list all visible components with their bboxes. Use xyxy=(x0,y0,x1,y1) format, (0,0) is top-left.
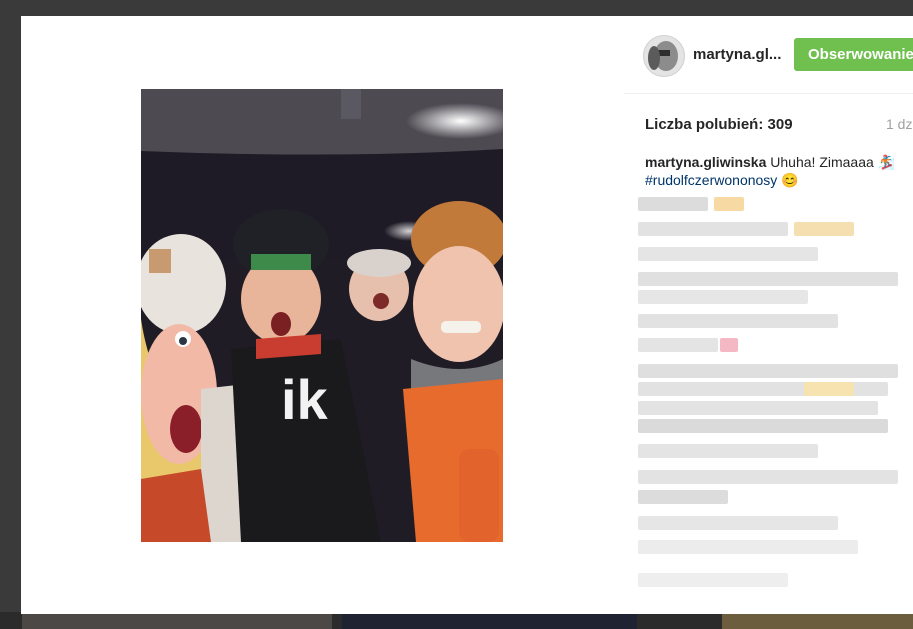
avatar[interactable] xyxy=(643,35,685,77)
post-header: martyna.gl... Obserwowanie xyxy=(624,16,913,94)
post-sidebar: martyna.gl... Obserwowanie Liczba polubi… xyxy=(624,16,913,614)
blurred-comment xyxy=(794,222,854,236)
blurred-comment xyxy=(638,470,898,484)
blurred-comment xyxy=(638,516,838,530)
feed-thumbnail[interactable] xyxy=(722,612,913,629)
caption-hashtag[interactable]: #rudolfczerwononosy xyxy=(645,172,777,188)
avatar-image xyxy=(644,36,684,76)
blurred-comment xyxy=(638,419,888,433)
post-photo-image: ik xyxy=(141,89,503,542)
smile-emoji-icon: 😊 xyxy=(781,172,799,188)
snowboard-emoji-icon: 🏂 xyxy=(877,154,896,170)
background-feed-strip xyxy=(0,612,913,629)
blurred-comment xyxy=(714,197,744,211)
caption-text: Uhuha! Zimaaaa xyxy=(770,154,874,170)
post-time[interactable]: 1 dzi xyxy=(886,116,913,132)
post-modal: ik martyna.gl... Obserwowanie Liczba pol… xyxy=(21,16,913,614)
blurred-comment xyxy=(638,222,788,236)
blurred-comment xyxy=(638,540,858,554)
blurred-comment xyxy=(638,197,708,211)
post-author-username[interactable]: martyna.gl... xyxy=(693,46,781,63)
follow-button[interactable]: Obserwowanie xyxy=(794,38,913,71)
blurred-comment xyxy=(638,272,898,286)
blurred-comment xyxy=(638,490,728,504)
blurred-comment xyxy=(638,401,878,415)
feed-thumbnail[interactable] xyxy=(22,612,332,629)
blurred-comment xyxy=(638,314,838,328)
caption-username[interactable]: martyna.gliwinska xyxy=(645,154,766,170)
likes-number[interactable]: 309 xyxy=(768,116,793,133)
likes-label: Liczba polubień: xyxy=(645,116,764,133)
post-caption: martyna.gliwinska Uhuha! Zimaaaa 🏂 #rudo… xyxy=(645,153,905,189)
feed-thumbnail[interactable] xyxy=(342,612,637,629)
likes-count: Liczba polubień: 309 xyxy=(645,116,913,133)
blurred-comment xyxy=(638,573,788,587)
blurred-comment xyxy=(804,382,854,396)
blurred-comment xyxy=(638,338,718,352)
blurred-comment xyxy=(638,290,808,304)
blurred-comment xyxy=(638,364,898,378)
blurred-comment xyxy=(638,247,818,261)
post-photo[interactable]: ik xyxy=(141,89,503,542)
sweater-print-text: ik xyxy=(281,368,329,431)
blurred-comment xyxy=(638,444,818,458)
blurred-comment xyxy=(720,338,738,352)
